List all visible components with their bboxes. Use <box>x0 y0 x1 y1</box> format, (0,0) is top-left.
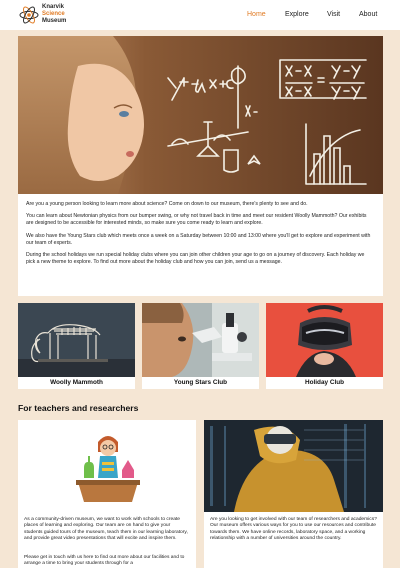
intro-paragraph-4: During the school holidays we run specia… <box>26 252 365 266</box>
woolly-mammoth-caption: Woolly Mammoth <box>50 379 103 386</box>
young-stars-club-caption: Young Stars Club <box>173 379 228 386</box>
young-stars-club-card[interactable]: Young Stars Club <box>142 303 259 389</box>
holiday-club-image <box>266 303 383 377</box>
schools-card: As a community-driven museum, we want to… <box>18 420 196 568</box>
intro-paragraph-3: We also have the Young Stars club which … <box>26 232 371 246</box>
holiday-club-caption: Holiday Club <box>304 379 345 386</box>
woolly-mammoth-card[interactable]: Woolly Mammoth <box>18 303 135 389</box>
researchers-paragraph-1: Are you looking to get involved with our… <box>210 517 377 541</box>
atom-logo-icon[interactable] <box>19 5 39 25</box>
holiday-club-card[interactable]: Holiday Club <box>266 303 383 389</box>
hero-image <box>18 36 383 194</box>
nav-home-link[interactable]: Home <box>247 11 266 18</box>
schools-paragraph-2: Please get in touch with us here to find… <box>24 555 185 567</box>
teachers-section-title: For teachers and researchers <box>18 403 139 413</box>
nav-visit-link[interactable]: Visit <box>327 11 340 18</box>
intro-paragraph-2: You can learn about Newtonian physics fr… <box>26 213 367 227</box>
brand-line-1: Knarvik <box>42 4 65 10</box>
schools-paragraph-1: As a community-driven museum, we want to… <box>24 517 188 541</box>
intro-paragraph-1: Are you a young person looking to learn … <box>26 201 308 207</box>
nav-explore-link[interactable]: Explore <box>285 11 309 18</box>
young-stars-club-image <box>142 303 259 377</box>
researchers-image <box>204 420 383 512</box>
nav-about-link[interactable]: About <box>359 11 377 18</box>
brand-line-2: Science <box>42 11 65 17</box>
top-navigation-bar: Knarvik Science Museum Home Explore Visi… <box>0 0 400 30</box>
brand-name[interactable]: Knarvik Science Museum <box>42 4 66 25</box>
schools-illustration <box>18 420 196 512</box>
woolly-mammoth-image <box>18 303 135 377</box>
brand-line-3: Museum <box>42 18 67 24</box>
hero-chalkboard-illustration <box>18 36 383 194</box>
researchers-card: Are you looking to get involved with our… <box>204 420 383 568</box>
intro-panel: Are you a young person looking to learn … <box>18 194 383 296</box>
